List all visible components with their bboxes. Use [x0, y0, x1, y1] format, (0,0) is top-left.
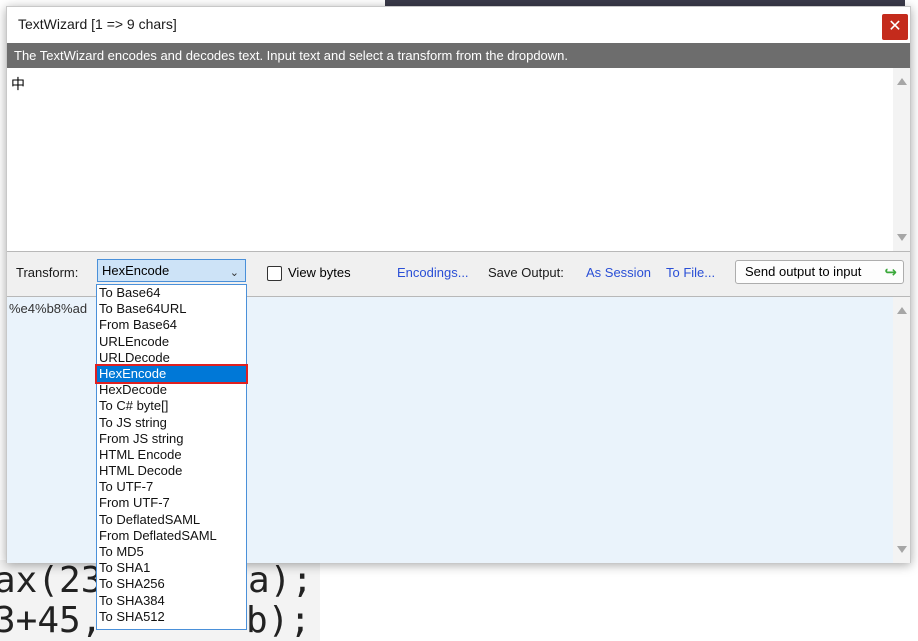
close-button[interactable]: ✕	[882, 14, 908, 40]
transform-dropdown[interactable]: HexEncode ⌄	[97, 259, 246, 282]
transform-dropdown-list[interactable]: To Base64 To Base64URL From Base64 URLEncod…	[95, 284, 248, 630]
dropdown-item-to-sha512[interactable]: To SHA512	[97, 609, 246, 625]
dropdown-item-to-deflatedsaml[interactable]: To DeflatedSAML	[97, 512, 246, 528]
dropdown-item-from-js-string[interactable]: From JS string	[97, 431, 246, 447]
info-bar: The TextWizard encodes and decodes text.…	[7, 43, 910, 68]
dropdown-item-to-md5[interactable]: To MD5	[97, 544, 246, 560]
dropdown-item-to-base64[interactable]: To Base64	[97, 285, 246, 301]
window-title: TextWizard [1 => 9 chars]	[18, 16, 177, 32]
send-button-label: Send output to input	[745, 264, 862, 279]
send-output-to-input-button[interactable]: Send output to input ↪	[735, 260, 904, 284]
dropdown-item-urlencode[interactable]: URLEncode	[97, 334, 246, 350]
send-arrow-icon: ↪	[884, 264, 897, 281]
view-bytes-checkbox[interactable]	[267, 266, 282, 281]
scroll-down-icon[interactable]	[897, 234, 907, 241]
encodings-link[interactable]: Encodings...	[397, 265, 469, 280]
chevron-down-icon[interactable]: ⌄	[230, 263, 239, 284]
dropdown-item-to-utf-7[interactable]: To UTF-7	[97, 479, 246, 495]
dropdown-item-to-base64url[interactable]: To Base64URL	[97, 301, 246, 317]
output-scrollbar[interactable]	[893, 297, 910, 563]
title-bar[interactable]: TextWizard [1 => 9 chars] ✕	[7, 7, 910, 43]
dropdown-item-from-deflatedsaml[interactable]: From DeflatedSAML	[97, 528, 246, 544]
dropdown-item-from-utf-7[interactable]: From UTF-7	[97, 495, 246, 511]
background-code-fragment: b);	[246, 600, 312, 641]
scroll-up-icon[interactable]	[897, 307, 907, 314]
input-scrollbar[interactable]	[893, 68, 910, 251]
as-session-link[interactable]: As Session	[586, 265, 651, 280]
transform-selected-value: HexEncode	[102, 263, 170, 278]
dropdown-item-urldecode[interactable]: URLDecode	[97, 350, 246, 366]
to-file-link[interactable]: To File...	[666, 265, 715, 280]
background-code-fragment: ax(23	[0, 560, 103, 601]
scroll-up-icon[interactable]	[897, 78, 907, 85]
dropdown-item-to-sha384[interactable]: To SHA384	[97, 593, 246, 609]
dropdown-item-to-c-byte[interactable]: To C# byte[]	[97, 398, 246, 414]
background-code-fragment: a);	[248, 560, 314, 601]
output-text[interactable]: %e4%b8%ad	[9, 301, 87, 316]
background-code-fragment: 3+45,	[0, 600, 103, 641]
transform-label: Transform:	[16, 265, 79, 280]
save-output-label: Save Output:	[488, 265, 564, 280]
view-bytes-label[interactable]: View bytes	[288, 265, 351, 280]
dropdown-item-from-base64[interactable]: From Base64	[97, 317, 246, 333]
dropdown-item-to-sha1[interactable]: To SHA1	[97, 560, 246, 576]
dropdown-item-html-decode[interactable]: HTML Decode	[97, 463, 246, 479]
dropdown-item-hexencode[interactable]: HexEncode	[95, 363, 248, 385]
close-icon: ✕	[888, 18, 902, 35]
input-textarea[interactable]: 中	[7, 68, 910, 252]
dropdown-item-html-encode[interactable]: HTML Encode	[97, 447, 246, 463]
dropdown-item-to-js-string[interactable]: To JS string	[97, 415, 246, 431]
input-text[interactable]: 中	[11, 74, 25, 94]
dropdown-item-hexdecode[interactable]: HexDecode	[97, 382, 246, 398]
scroll-down-icon[interactable]	[897, 546, 907, 553]
dropdown-item-to-sha256[interactable]: To SHA256	[97, 576, 246, 592]
